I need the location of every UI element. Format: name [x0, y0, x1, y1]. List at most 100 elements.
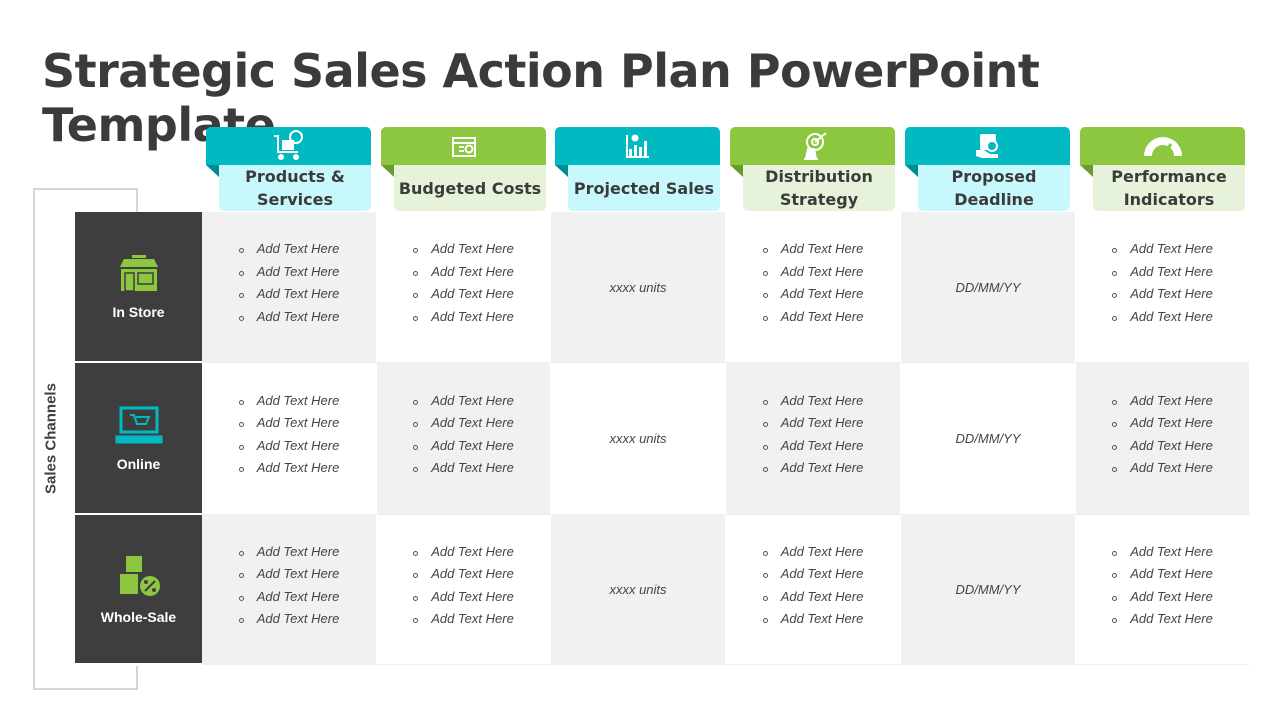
row-header-label: Whole-Sale — [100, 608, 177, 625]
table-cell[interactable]: xxxx units — [551, 515, 726, 665]
list-item: Add Text Here — [1112, 457, 1213, 480]
list-item: Add Text Here — [413, 412, 514, 435]
list-item: Add Text Here — [762, 586, 863, 609]
units-text: xxxx units — [609, 279, 667, 295]
column-header-2: Projected Sales — [555, 127, 720, 212]
list-item: Add Text Here — [238, 412, 339, 435]
table-cell[interactable]: Add Text Here Add Text Here Add Text Here A… — [1076, 515, 1250, 665]
table-cell[interactable]: xxxx units — [551, 363, 726, 515]
list-item: Add Text Here — [413, 608, 514, 631]
list-item: Add Text Here — [762, 238, 863, 261]
list-item: Add Text Here — [413, 563, 514, 586]
table-cell[interactable]: Add Text Here Add Text Here Add Text Here A… — [726, 363, 901, 515]
table-cell[interactable]: Add Text Here Add Text Here Add Text Here A… — [726, 515, 901, 665]
column-header-3: Distribution Strategy — [730, 127, 895, 212]
table-cell[interactable]: xxxx units — [551, 212, 726, 363]
column-header-label: Budgeted Costs — [394, 165, 546, 211]
schedule-hand-icon — [905, 127, 1070, 165]
bullet-list: Add Text Here Add Text Here Add Text Here A… — [238, 541, 339, 631]
boxes-percent-icon — [116, 554, 162, 609]
list-item: Add Text Here — [238, 261, 339, 284]
list-item: Add Text Here — [1112, 283, 1213, 306]
list-item: Add Text Here — [413, 238, 514, 261]
row-header-0: In Store — [75, 212, 202, 363]
list-item: Add Text Here — [413, 586, 514, 609]
row-header-label: Online — [116, 455, 161, 472]
laptop-cart-icon — [115, 405, 163, 456]
list-item: Add Text Here — [762, 283, 863, 306]
table-cell[interactable]: Add Text Here Add Text Here Add Text Here A… — [377, 212, 551, 363]
bullet-list: Add Text Here Add Text Here Add Text Here A… — [238, 390, 339, 480]
row-header-label: In Store — [112, 304, 165, 320]
row-header-2: Whole-Sale — [75, 515, 202, 665]
list-item: Add Text Here — [238, 306, 339, 329]
bullet-list: Add Text Here Add Text Here Add Text Here A… — [1112, 238, 1213, 328]
target-chess-icon — [730, 127, 895, 165]
list-item: Add Text Here — [238, 390, 339, 413]
list-item: Add Text Here — [413, 541, 514, 564]
table-cell[interactable]: DD/MM/YY — [901, 363, 1076, 515]
list-item: Add Text Here — [238, 457, 339, 480]
table-cell[interactable]: Add Text Here Add Text Here Add Text Here A… — [1076, 363, 1250, 515]
bullet-list: Add Text Here Add Text Here Add Text Here A… — [238, 238, 339, 329]
list-item: Add Text Here — [1112, 390, 1213, 413]
list-item: Add Text Here — [762, 541, 863, 564]
column-header-label: Products & Services — [219, 165, 371, 211]
date-text: DD/MM/YY — [955, 431, 1021, 446]
list-item: Add Text Here — [1112, 608, 1213, 631]
list-item: Add Text Here — [413, 390, 514, 413]
table-cell[interactable]: Add Text Here Add Text Here Add Text Here A… — [202, 363, 377, 515]
list-item: Add Text Here — [238, 586, 339, 609]
table-cell[interactable]: Add Text Here Add Text Here Add Text Here A… — [377, 515, 551, 665]
column-header-label: Distribution Strategy — [743, 165, 895, 211]
list-item: Add Text Here — [1112, 435, 1213, 458]
table-cell[interactable]: Add Text Here Add Text Here Add Text Here A… — [1076, 212, 1250, 363]
list-item: Add Text Here — [1112, 586, 1213, 609]
bullet-list: Add Text Here Add Text Here Add Text Here A… — [413, 541, 514, 631]
sales-channels-label: Sales Channels — [42, 383, 60, 494]
list-item: Add Text Here — [238, 283, 339, 306]
list-item: Add Text Here — [762, 608, 863, 631]
units-text: xxxx units — [609, 431, 667, 446]
list-item: Add Text Here — [1112, 563, 1213, 586]
column-header-label: Proposed Deadline — [918, 165, 1070, 211]
table-cell[interactable]: Add Text Here Add Text Here Add Text Here A… — [202, 212, 377, 363]
column-header-0: Products & Services — [206, 127, 371, 212]
list-item: Add Text Here — [762, 261, 863, 284]
list-item: Add Text Here — [1112, 412, 1213, 435]
date-text: DD/MM/YY — [955, 582, 1021, 597]
bullet-list: Add Text Here Add Text Here Add Text Here A… — [762, 238, 863, 328]
list-item: Add Text Here — [762, 390, 863, 413]
bullet-list: Add Text Here Add Text Here Add Text Here A… — [762, 541, 863, 631]
list-item: Add Text Here — [1112, 238, 1213, 261]
bullet-list: Add Text Here Add Text Here Add Text Here A… — [1112, 541, 1213, 631]
chart-dollar-icon — [555, 127, 720, 165]
calendar-dollar-icon — [381, 127, 546, 165]
table-cell[interactable]: Add Text Here Add Text Here Add Text Here A… — [202, 515, 377, 665]
list-item: Add Text Here — [1112, 541, 1213, 564]
date-text: DD/MM/YY — [955, 279, 1021, 295]
store-icon — [118, 253, 160, 304]
list-item: Add Text Here — [762, 563, 863, 586]
column-header-4: Proposed Deadline — [905, 127, 1070, 212]
list-item: Add Text Here — [238, 563, 339, 586]
bullet-list: Add Text Here Add Text Here Add Text Here A… — [413, 238, 514, 328]
list-item: Add Text Here — [762, 412, 863, 435]
gauge-icon — [1080, 127, 1245, 165]
table-cell[interactable]: Add Text Here Add Text Here Add Text Here A… — [726, 212, 901, 363]
list-item: Add Text Here — [238, 608, 339, 631]
list-item: Add Text Here — [413, 457, 514, 480]
column-header-label: Performance Indicators — [1093, 165, 1245, 211]
bullet-list: Add Text Here Add Text Here Add Text Here A… — [1112, 390, 1213, 480]
list-item: Add Text Here — [413, 261, 514, 284]
column-header-5: Performance Indicators — [1080, 127, 1245, 212]
row-header-1: Online — [75, 363, 202, 515]
table-cell[interactable]: Add Text Here Add Text Here Add Text Here A… — [377, 363, 551, 515]
bullet-list: Add Text Here Add Text Here Add Text Here A… — [762, 390, 863, 480]
list-item: Add Text Here — [413, 283, 514, 306]
table-cell[interactable]: DD/MM/YY — [901, 212, 1076, 363]
bullet-list: Add Text Here Add Text Here Add Text Here A… — [413, 390, 514, 480]
list-item: Add Text Here — [1112, 261, 1213, 284]
list-item: Add Text Here — [413, 306, 514, 329]
table-cell[interactable]: DD/MM/YY — [901, 515, 1076, 665]
